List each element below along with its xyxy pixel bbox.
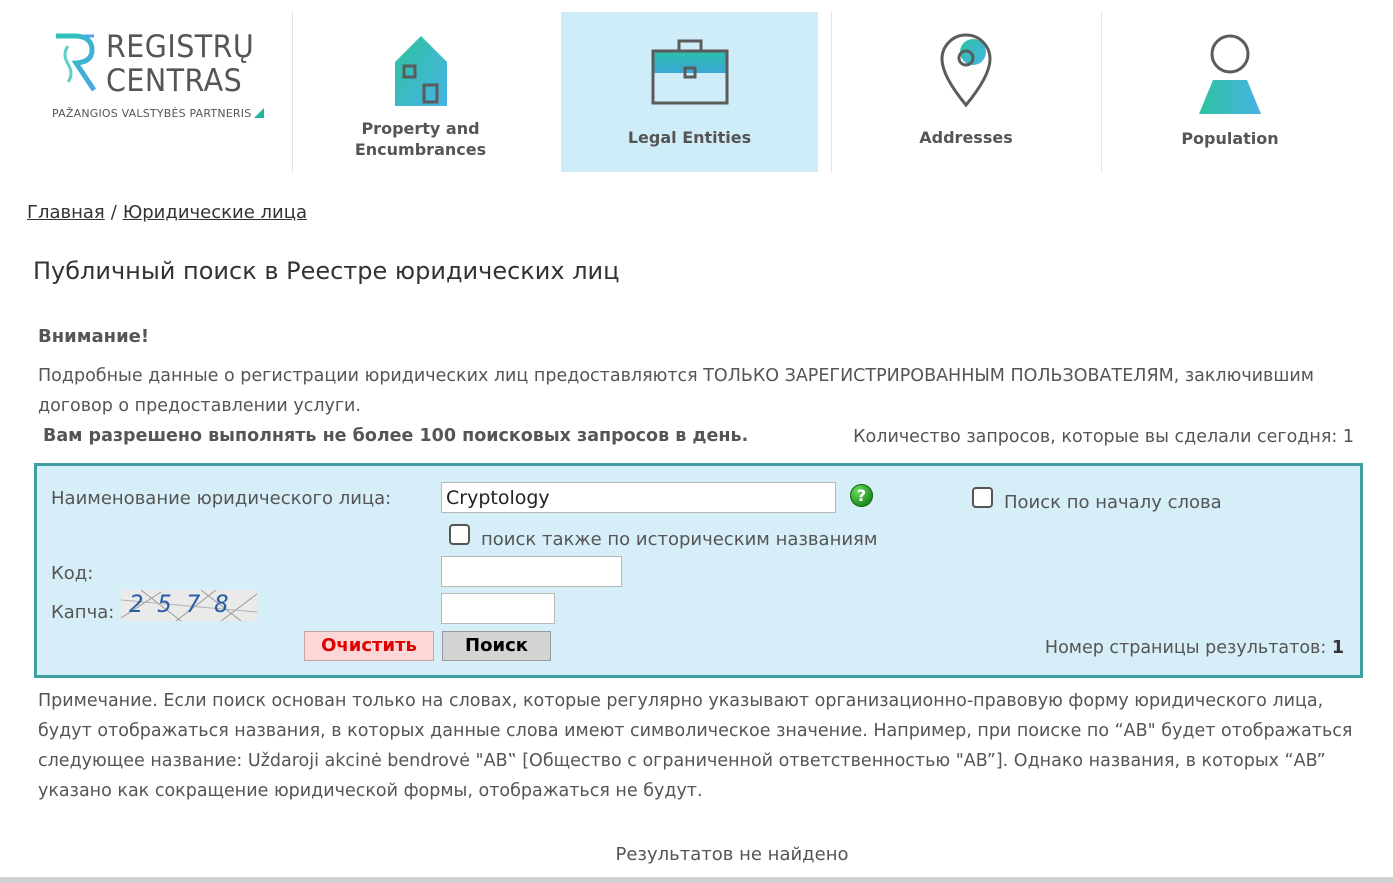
map-pin-icon	[940, 33, 992, 108]
code-input[interactable]	[441, 556, 622, 587]
name-input[interactable]	[441, 482, 836, 513]
breadcrumb-current-link[interactable]: Юридические лица	[123, 202, 307, 223]
historical-names-checkbox[interactable]	[449, 524, 470, 545]
results-page-value: 1	[1331, 638, 1344, 658]
briefcase-icon	[651, 39, 728, 105]
word-start-label: Поиск по началу слова	[1004, 492, 1222, 513]
logo-tagline: PAŽANGIOS VALSTYBĖS PARTNERIS	[52, 107, 265, 120]
nav-label-addresses: Addresses	[919, 128, 1013, 147]
historical-names-label: поиск также по историческим названиям	[481, 529, 878, 550]
logo-tagline-text: PAŽANGIOS VALSTYBĖS PARTNERIS	[52, 107, 252, 120]
house-icon	[394, 36, 447, 106]
page-title: Публичный поиск в Реестре юридических ли…	[33, 257, 620, 285]
captcha-input[interactable]	[441, 593, 555, 624]
search-note: Примечание. Если поиск основан только на…	[38, 691, 1353, 801]
nav-label-legal-entities: Legal Entities	[627, 128, 752, 147]
search-form: Наименование юридического лица: ? Поиск …	[34, 463, 1363, 678]
horizontal-scrollbar[interactable]	[0, 877, 1393, 883]
person-icon	[1199, 34, 1261, 114]
no-results-message: Результатов не найдено	[615, 844, 849, 865]
clear-button[interactable]: Очистить	[304, 631, 434, 661]
nav-label-property-text: Property and Encumbrances	[354, 119, 487, 159]
breadcrumb-home-link[interactable]: Главная	[27, 202, 105, 223]
notice-text: Подробные данные о регистрации юридическ…	[38, 366, 1314, 416]
logo-text-line2: CENTRAS	[106, 63, 243, 99]
name-field-label: Наименование юридического лица:	[51, 488, 392, 509]
results-page-label: Номер страницы результатов:	[1044, 638, 1327, 658]
query-limit-text: Вам разрешено выполнять не более 100 пои…	[43, 426, 749, 446]
captcha-image: 2578	[121, 590, 257, 621]
results-page-number: Номер страницы результатов: 1	[1045, 638, 1344, 658]
breadcrumb-separator: /	[110, 202, 117, 223]
tagline-triangle-icon	[254, 108, 265, 118]
code-field-label: Код:	[51, 563, 94, 584]
nav-item-population[interactable]: Population	[1102, 12, 1358, 172]
query-count: Количество запросов, которые вы сделали …	[853, 427, 1354, 447]
notice-heading: Внимание!	[38, 326, 150, 347]
captcha-text: 2578	[129, 590, 243, 618]
nav-item-legal-entities[interactable]: Legal Entities	[561, 12, 818, 172]
breadcrumb: Главная / Юридические лица	[27, 202, 307, 223]
logo-text-line1: REGISTRŲ	[106, 29, 255, 65]
nav-item-property[interactable]: Property and Encumbrances	[293, 12, 548, 172]
nav-item-addresses[interactable]: Addresses	[832, 12, 1100, 172]
site-header: REGISTRŲ CENTRAS PAŽANGIOS VALSTYBĖS PAR…	[0, 0, 1393, 172]
query-count-label: Количество запросов, которые вы сделали …	[853, 427, 1338, 447]
query-count-value: 1	[1342, 427, 1354, 447]
nav-label-property: Property and Encumbrances	[293, 118, 548, 160]
search-button[interactable]: Поиск	[442, 631, 551, 661]
help-icon[interactable]: ?	[850, 484, 873, 507]
word-start-checkbox[interactable]	[972, 487, 993, 508]
captcha-field-label: Капча:	[51, 602, 115, 623]
nav-label-population: Population	[1181, 129, 1279, 148]
registru-centras-logo[interactable]: REGISTRŲ CENTRAS PAŽANGIOS VALSTYBĖS PAR…	[48, 30, 278, 130]
logo-mark-icon	[53, 33, 97, 92]
